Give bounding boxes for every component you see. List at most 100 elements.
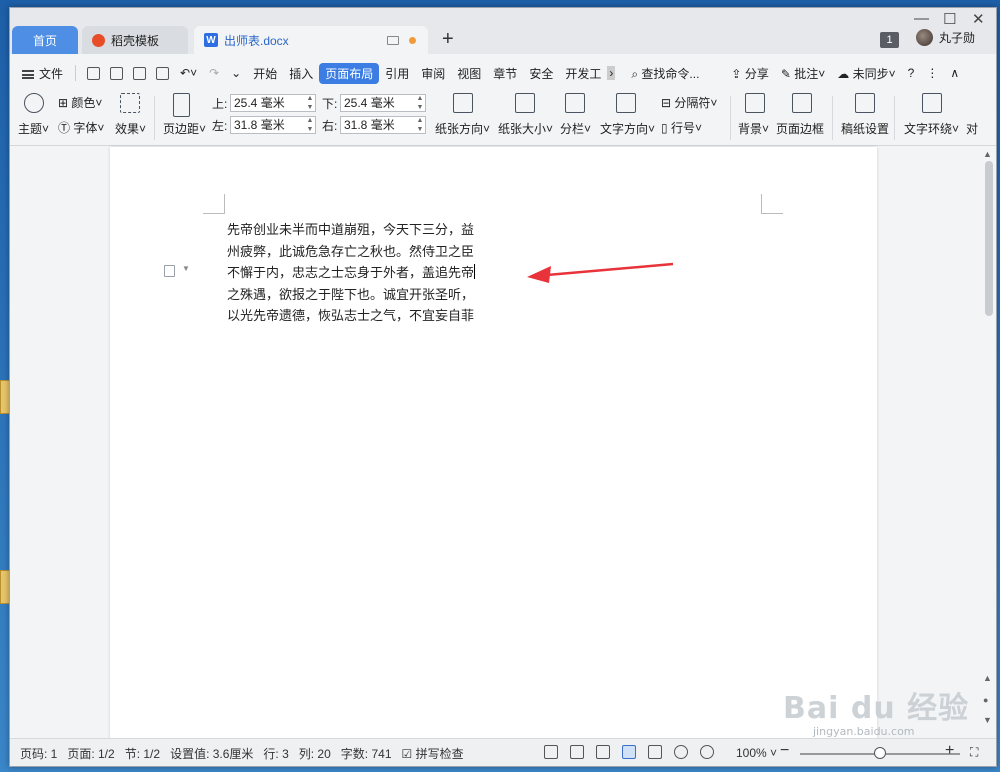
page-border-button[interactable]: 页面边框 — [776, 120, 824, 137]
document-page[interactable]: ▼ 先帝创业未半而中道崩殂，今天下三分，益 州疲弊，此诚危急存亡之秋也。然侍卫之… — [110, 147, 877, 747]
outline-view-icon[interactable] — [648, 745, 662, 759]
manuscript-icon[interactable] — [855, 93, 875, 113]
web-view-icon[interactable] — [674, 745, 688, 759]
top-margin-input[interactable]: 25.4 毫米 — [230, 94, 316, 112]
menu-scroll-right-icon[interactable]: › — [607, 66, 616, 80]
print-preview-icon[interactable] — [156, 66, 170, 80]
vertical-scrollbar[interactable]: ▲ ▲ ● ▼ — [980, 147, 996, 738]
sync-button[interactable]: ☁ 未同步˅ — [831, 65, 901, 82]
undo-icon[interactable]: ↶˅ — [174, 66, 203, 80]
reading-mode-icon[interactable] — [570, 745, 584, 759]
effects-icon[interactable] — [120, 93, 140, 113]
pen-icon[interactable] — [596, 745, 610, 759]
more-icon[interactable]: ⋮ — [920, 66, 944, 80]
status-row[interactable]: 行: 3 — [263, 745, 288, 762]
share-button[interactable]: ⇪ 分享 — [725, 65, 774, 82]
page-view-icon[interactable] — [622, 745, 636, 759]
columns-icon[interactable] — [565, 93, 585, 113]
paper-size-icon[interactable] — [515, 93, 535, 113]
page-down-icon[interactable]: ▼ — [983, 715, 992, 725]
bottom-margin-spinner-icon[interactable]: ▲ ▼ — [416, 94, 424, 112]
minimize-icon[interactable]: — — [914, 10, 929, 27]
paragraph-layout-dropdown-icon[interactable]: ▼ — [182, 264, 190, 273]
fit-page-icon[interactable]: ⛶ — [970, 745, 978, 760]
collapse-ribbon-icon[interactable]: ∧ — [944, 66, 965, 80]
right-margin-spinner-icon[interactable]: ▲ ▼ — [416, 116, 424, 134]
window-count-badge[interactable]: 1 — [880, 32, 899, 48]
menu-references[interactable]: 引用 — [379, 65, 415, 82]
breaks-button[interactable]: ⊟ 分隔符˅ — [661, 94, 717, 111]
redo-icon[interactable]: ↷ — [203, 66, 225, 80]
scrollbar-thumb[interactable] — [985, 161, 993, 316]
format-painter-icon[interactable] — [110, 66, 124, 80]
page-up-icon[interactable]: ▲ — [983, 673, 992, 683]
file-menu[interactable]: 文件 — [10, 65, 69, 82]
top-margin-spinner-icon[interactable]: ▲ ▼ — [306, 94, 314, 112]
tab-templates[interactable]: 稻壳模板 — [82, 26, 188, 54]
new-tab-button[interactable]: + — [442, 28, 454, 51]
paragraph-layout-icon[interactable] — [164, 265, 175, 277]
status-pages[interactable]: 页面: 1/2 — [67, 745, 114, 762]
page-border-icon[interactable] — [792, 93, 812, 113]
margins-button[interactable]: 页边距˅ — [163, 120, 206, 137]
help-icon[interactable]: ? — [902, 66, 921, 80]
status-setting[interactable]: 设置值: 3.6厘米 — [170, 745, 253, 762]
left-margin-spinner-icon[interactable]: ▲ ▼ — [306, 116, 314, 134]
document-body-text[interactable]: 先帝创业未半而中道崩殂，今天下三分，益 州疲弊，此诚危急存亡之秋也。然侍卫之臣 … — [227, 220, 482, 328]
menu-chapter[interactable]: 章节 — [487, 65, 523, 82]
font-button[interactable]: Ⓣ 字体˅ — [58, 119, 104, 136]
theme-button[interactable]: 主题˅ — [18, 120, 49, 137]
eye-protection-icon[interactable] — [700, 745, 714, 759]
background-icon[interactable] — [745, 93, 765, 113]
zoom-percentage[interactable]: 100% ˅ — [736, 746, 777, 760]
text-direction-icon[interactable] — [616, 93, 636, 113]
colors-button[interactable]: ⊞ 颜色˅ — [58, 94, 102, 111]
bottom-margin-input[interactable]: 25.4 毫米 — [340, 94, 426, 112]
status-section[interactable]: 节: 1/2 — [125, 745, 160, 762]
tab-home[interactable]: 首页 — [12, 26, 78, 54]
orientation-icon[interactable] — [453, 93, 473, 113]
zoom-slider-thumb[interactable] — [874, 747, 886, 759]
save-icon[interactable] — [87, 66, 101, 80]
menu-start[interactable]: 开始 — [247, 65, 283, 82]
background-button[interactable]: 背景˅ — [738, 120, 769, 137]
menu-review[interactable]: 审阅 — [415, 65, 451, 82]
scroll-up-icon[interactable]: ▲ — [983, 149, 992, 159]
user-account[interactable]: 丸子勋 — [916, 29, 975, 46]
text-wrap-button[interactable]: 文字环绕˅ — [904, 120, 959, 137]
zoom-in-button[interactable]: + — [945, 742, 954, 760]
align-button[interactable]: 对 — [966, 120, 978, 137]
scroll-position-icon[interactable]: ● — [983, 695, 988, 705]
monitor-icon[interactable] — [387, 35, 399, 45]
quick-access-dropdown-icon[interactable]: ⌄ — [225, 66, 247, 80]
zoom-out-button[interactable]: − — [780, 742, 789, 760]
menu-view[interactable]: 视图 — [451, 65, 487, 82]
palette-icon[interactable] — [24, 93, 44, 113]
text-direction-button[interactable]: 文字方向˅ — [600, 120, 655, 137]
paper-size-button[interactable]: 纸张大小˅ — [498, 120, 553, 137]
tab-document[interactable]: W 出师表.docx — [194, 26, 428, 54]
comment-button[interactable]: ✎ 批注˅ — [775, 65, 831, 82]
fullscreen-icon[interactable] — [544, 745, 558, 759]
status-word-count[interactable]: 字数: 741 — [341, 745, 392, 762]
manuscript-button[interactable]: 稿纸设置 — [841, 120, 889, 137]
left-margin-input[interactable]: 31.8 毫米 — [230, 116, 316, 134]
spellcheck-button[interactable]: ☑ 拼写检查 — [402, 745, 464, 762]
line-numbers-button[interactable]: ▯ 行号˅ — [661, 119, 702, 136]
effects-button[interactable]: 效果˅ — [115, 120, 146, 137]
menu-security[interactable]: 安全 — [523, 65, 559, 82]
right-margin-input[interactable]: 31.8 毫米 — [340, 116, 426, 134]
text-wrap-icon[interactable] — [922, 93, 942, 113]
close-icon[interactable]: ✕ — [972, 10, 985, 28]
print-icon[interactable] — [133, 66, 147, 80]
margins-icon[interactable] — [173, 93, 190, 117]
menu-insert[interactable]: 插入 — [283, 65, 319, 82]
menu-developer[interactable]: 开发工 — [559, 65, 607, 82]
columns-button[interactable]: 分栏˅ — [560, 120, 591, 137]
maximize-icon[interactable]: ☐ — [943, 10, 956, 28]
status-column[interactable]: 列: 20 — [299, 745, 331, 762]
status-page-number[interactable]: 页码: 1 — [20, 745, 57, 762]
menu-page-layout[interactable]: 页面布局 — [319, 62, 380, 84]
search-command[interactable]: ⌕ 查找命令... — [625, 65, 705, 82]
orientation-button[interactable]: 纸张方向˅ — [435, 120, 490, 137]
